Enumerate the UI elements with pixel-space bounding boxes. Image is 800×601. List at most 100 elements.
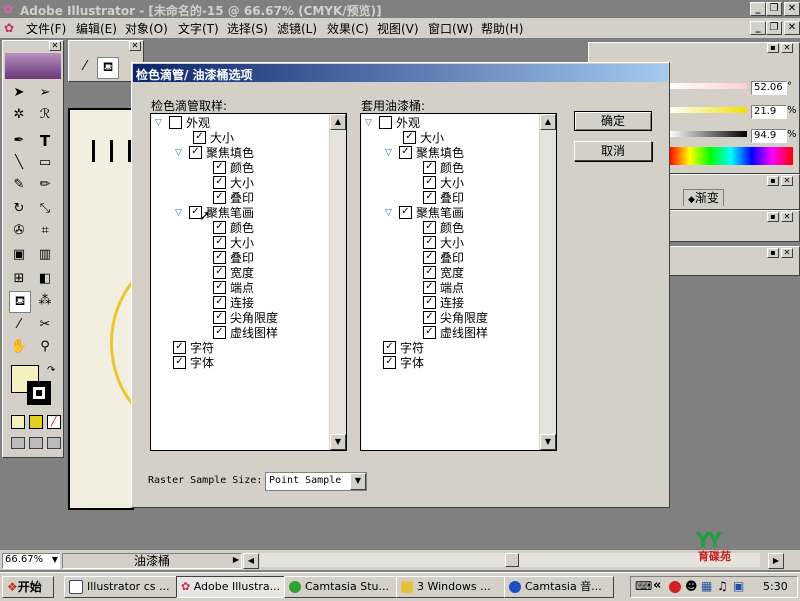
doc-close-button[interactable]: ✕ <box>784 21 800 35</box>
checkbox-checked[interactable]: ✓ <box>189 146 202 159</box>
right-list-scrollbar[interactable]: ▲ ▼ <box>539 114 556 450</box>
checkbox-checked[interactable]: ✓ <box>213 266 226 279</box>
zoom-dropdown-icon[interactable]: ▼ <box>52 555 58 564</box>
tree-node-fill-color[interactable]: ✓ 颜色 <box>213 161 254 176</box>
tray-volume-icon[interactable]: ♫ <box>717 579 728 593</box>
paint-bucket-option-icon[interactable]: ⛾ <box>97 57 119 79</box>
scroll-down-icon[interactable]: ▼ <box>540 434 556 450</box>
checkbox-checked[interactable]: ✓ <box>423 161 436 174</box>
scroll-up-icon[interactable]: ▲ <box>330 114 346 130</box>
magic-wand-tool-icon[interactable]: ✲ <box>9 105 29 125</box>
tree-node-stroke-weight[interactable]: ✓ 宽度 <box>213 266 254 281</box>
maximize-button[interactable]: ❐ <box>766 2 782 16</box>
gradient-panel-menu-button[interactable]: ▪ <box>767 176 779 186</box>
tree-node-fill[interactable]: ▽ ✓ 聚焦填色 <box>385 146 464 161</box>
hand-tool-icon[interactable]: ✋ <box>9 337 29 357</box>
tree-node-stroke-cap[interactable]: ✓ 端点 <box>213 281 254 296</box>
tree-node-stroke-dash[interactable]: ✓ 虚线图样 <box>423 326 488 341</box>
tree-node-fill-size[interactable]: ✓ 大小 <box>423 176 464 191</box>
tree-node-paragraph[interactable]: ✓ 字体 <box>173 356 214 371</box>
expand-triangle-icon[interactable]: ▽ <box>385 206 399 221</box>
checkbox-checked[interactable]: ✓ <box>213 191 226 204</box>
checkbox-checked[interactable]: ✓ <box>423 191 436 204</box>
checkbox-checked[interactable]: ✓ <box>423 251 436 264</box>
minimize-button[interactable]: _ <box>750 2 766 16</box>
value-3-field[interactable]: 94.9 <box>751 129 787 143</box>
tree-node-stroke-miter[interactable]: ✓ 尖角限度 <box>423 311 488 326</box>
scroll-down-icon[interactable]: ▼ <box>330 434 346 450</box>
expand-triangle-icon[interactable]: ▽ <box>385 146 399 161</box>
color-mode-gradient-icon[interactable] <box>29 415 43 429</box>
ok-button[interactable]: 确定 <box>574 111 652 131</box>
tree-node-stroke-overprint[interactable]: ✓ 叠印 <box>423 251 464 266</box>
gradient-tab[interactable]: ◆渐变 <box>683 189 724 206</box>
rectangle-tool-icon[interactable]: ▭ <box>35 153 55 173</box>
checkbox-checked[interactable]: ✓ <box>403 131 416 144</box>
tree-node-fill-size[interactable]: ✓ 大小 <box>213 176 254 191</box>
direct-selection-tool-icon[interactable]: ➢ <box>35 83 55 103</box>
tree-node-size[interactable]: ✓ 大小 <box>403 131 444 146</box>
tree-node-character[interactable]: ✓ 字符 <box>173 341 214 356</box>
menu-effect[interactable]: 效果(C) <box>327 20 369 37</box>
value-1-field[interactable]: 52.06 <box>751 81 787 95</box>
stroke-swatch[interactable] <box>27 381 51 405</box>
tree-node-stroke-miter[interactable]: ✓ 尖角限度 <box>213 311 278 326</box>
horizontal-scrollbar[interactable] <box>260 553 760 567</box>
expand-triangle-icon[interactable]: ▽ <box>175 146 189 161</box>
warp-tool-icon[interactable]: ✇ <box>9 221 29 241</box>
checkbox-checked[interactable]: ✓ <box>213 161 226 174</box>
menu-select[interactable]: 选择(S) <box>227 20 268 37</box>
panel-4-menu-button[interactable]: ▪ <box>767 248 779 258</box>
selection-tool-icon[interactable]: ➤ <box>9 83 29 103</box>
tree-node-fill-overprint[interactable]: ✓ 叠印 <box>423 191 464 206</box>
expand-triangle-icon[interactable]: ▽ <box>175 206 189 221</box>
symbol-sprayer-tool-icon[interactable]: ▣ <box>9 245 29 265</box>
keyboard-icon[interactable]: ⌨ <box>635 579 652 593</box>
sample-tree-list[interactable]: ▽ 外观 ✓ 大小 ▽ ✓ 聚焦填色 ✓ 颜色 ✓ 大小 ✓ 叠印 ▽ ✓ 聚焦笔画 ✓ 颜色 ✓ 大… <box>150 113 347 451</box>
tree-node-stroke[interactable]: ▽ ✓ 聚焦笔画 <box>175 206 254 221</box>
checkbox-checked[interactable]: ✓ <box>423 326 436 339</box>
horizontal-scroll-right-icon[interactable]: ▶ <box>768 553 784 569</box>
menu-view[interactable]: 视图(V) <box>377 20 419 37</box>
checkbox-checked[interactable]: ✓ <box>213 236 226 249</box>
checkbox-checked[interactable]: ✓ <box>423 221 436 234</box>
raster-sample-select[interactable]: Point Sample ▼ <box>265 472 367 491</box>
panel-3-close-button[interactable]: ✕ <box>781 212 793 222</box>
panel-4-close-button[interactable]: ✕ <box>781 248 793 258</box>
free-transform-tool-icon[interactable]: ⌗ <box>35 221 55 241</box>
checkbox-checked[interactable]: ✓ <box>423 176 436 189</box>
tree-node-appearance[interactable]: ▽ 外观 <box>365 116 420 131</box>
paint-bucket-tool-icon[interactable]: ⛾ <box>9 291 31 313</box>
task-camtasia-studio[interactable]: Camtasia Stu... <box>284 576 398 598</box>
pencil-tool-icon[interactable]: ✏ <box>35 175 55 195</box>
menu-object[interactable]: 对象(O) <box>125 20 168 37</box>
dialog-title-bar[interactable]: 检色滴管/ 油漆桶选项 <box>133 64 668 82</box>
eyedropper-tool-icon[interactable]: ⁄ <box>9 315 29 335</box>
checkbox-checked[interactable]: ✓ <box>173 341 186 354</box>
tray-person-icon[interactable]: ☻ <box>685 579 698 593</box>
checkbox-checked[interactable]: ✓ <box>383 356 396 369</box>
task-windows-folder[interactable]: 3 Windows ... <box>396 576 506 598</box>
checkbox-checked[interactable]: ✓ <box>423 311 436 324</box>
checkbox-checked[interactable]: ✓ <box>213 251 226 264</box>
checkbox-checked[interactable]: ✓ <box>213 221 226 234</box>
tree-node-stroke-color[interactable]: ✓ 颜色 <box>423 221 464 236</box>
horizontal-scroll-left-icon[interactable]: ◀ <box>243 553 259 569</box>
checkbox-checked[interactable]: ✓ <box>399 146 412 159</box>
checkbox-checked[interactable]: ✓ <box>213 311 226 324</box>
panel-3-menu-button[interactable]: ▪ <box>767 212 779 222</box>
screen-mode-full-icon[interactable] <box>47 437 61 449</box>
checkbox-checked[interactable]: ✓ <box>423 236 436 249</box>
tool-options-close-button[interactable]: ✕ <box>129 41 141 51</box>
task-camtasia-audio[interactable]: Camtasia 音... <box>504 576 614 598</box>
checkbox-checked[interactable]: ✓ <box>383 341 396 354</box>
tree-node-stroke-overprint[interactable]: ✓ 叠印 <box>213 251 254 266</box>
paintbrush-tool-icon[interactable]: ✎ <box>9 175 29 195</box>
gradient-panel-close-button[interactable]: ✕ <box>781 176 793 186</box>
screen-mode-full-menu-icon[interactable] <box>29 437 43 449</box>
checkbox-checked[interactable]: ✓ <box>213 326 226 339</box>
slider-3[interactable] <box>669 131 747 137</box>
scroll-up-icon[interactable]: ▲ <box>540 114 556 130</box>
artboard[interactable] <box>68 108 276 510</box>
menu-type[interactable]: 文字(T) <box>178 20 219 37</box>
